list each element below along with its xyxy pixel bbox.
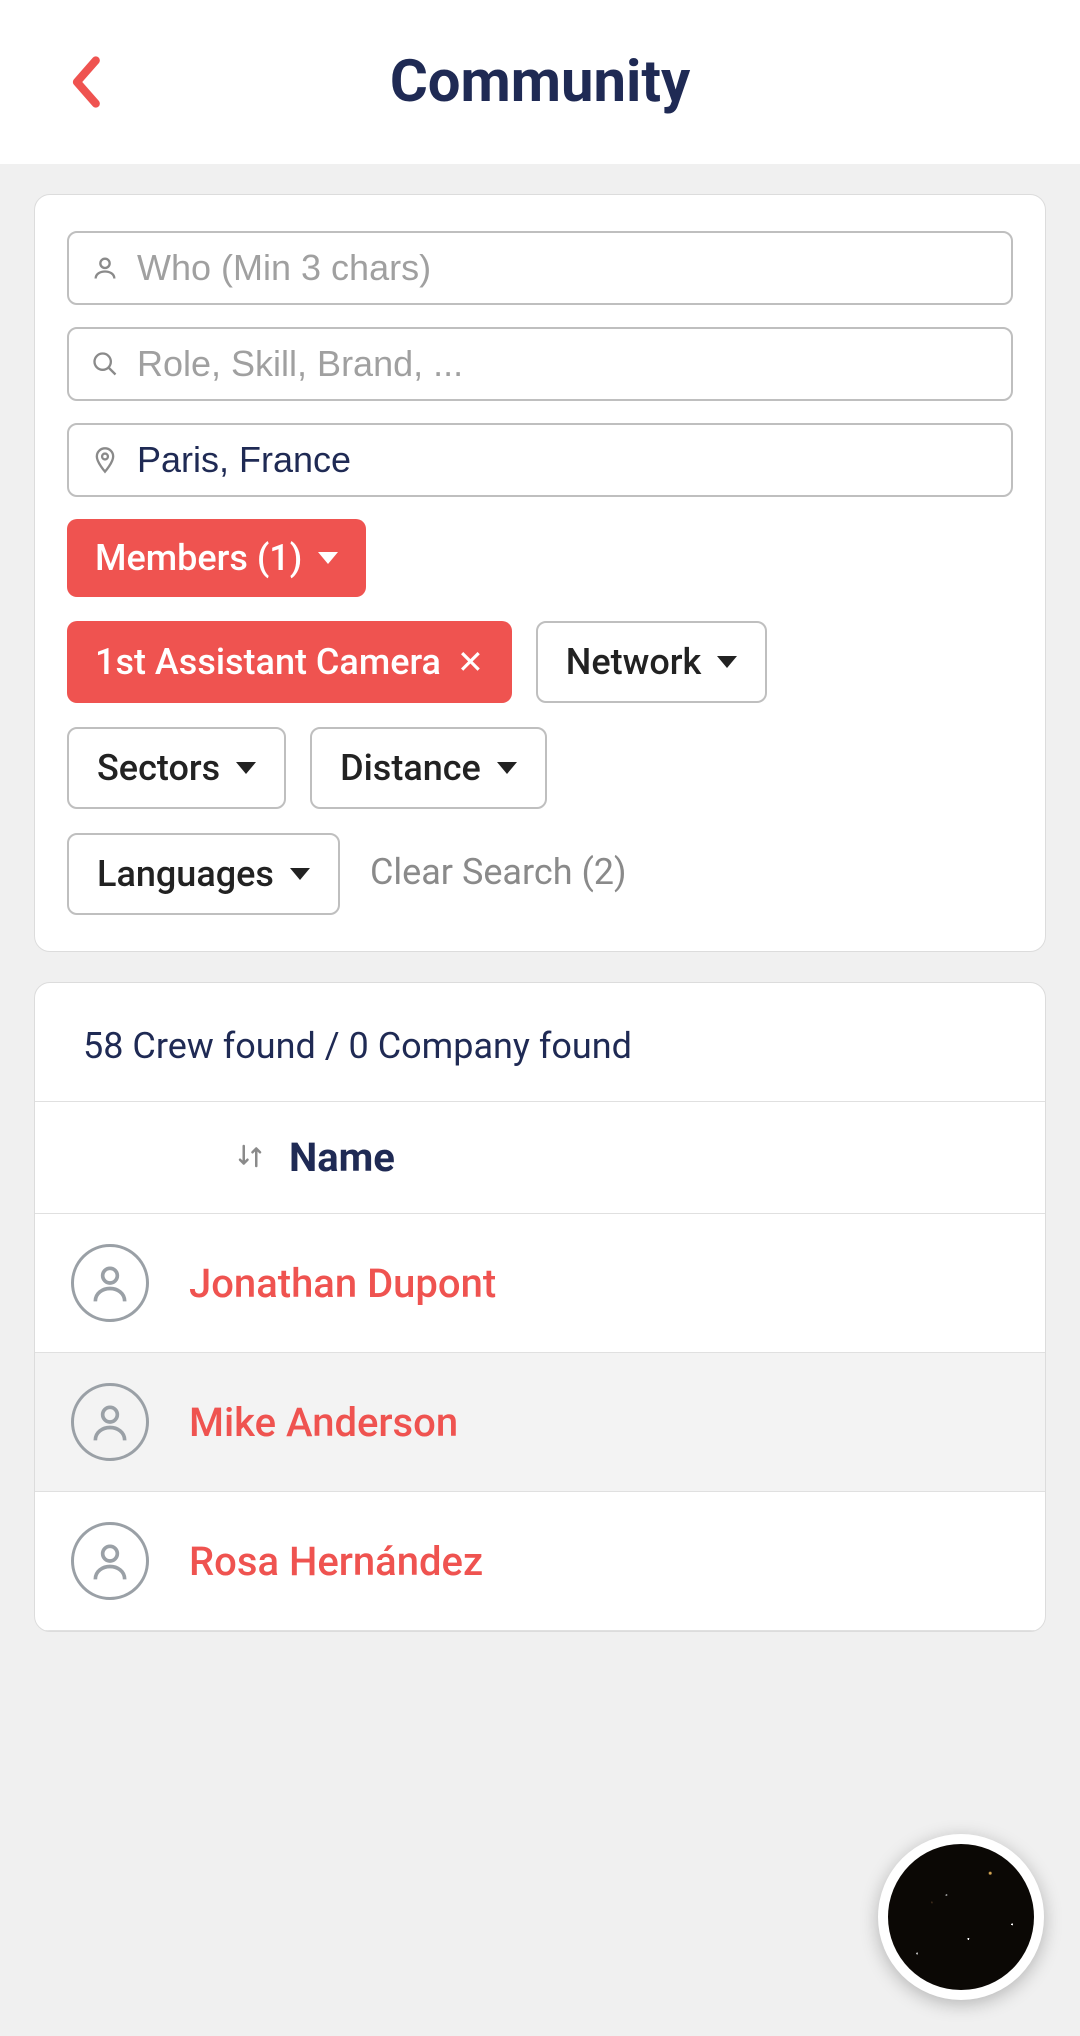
chevron-left-icon <box>67 55 103 109</box>
result-name: Jonathan Dupont <box>189 1260 496 1307</box>
person-icon <box>89 252 121 284</box>
sort-icon <box>235 1141 269 1175</box>
person-icon <box>88 1261 132 1305</box>
who-search-field[interactable] <box>67 231 1013 305</box>
result-name: Mike Anderson <box>189 1399 458 1446</box>
filter-network-label: Network <box>566 641 701 683</box>
back-button[interactable] <box>60 52 110 112</box>
location-search-field[interactable] <box>67 423 1013 497</box>
filter-languages-label: Languages <box>97 853 274 895</box>
caret-down-icon <box>497 762 517 774</box>
search-icon <box>89 348 121 380</box>
filter-members[interactable]: Members (1) <box>67 519 366 597</box>
filter-role-tag[interactable]: 1st Assistant Camera ✕ <box>67 621 512 703</box>
avatar-placeholder <box>71 1522 149 1600</box>
person-icon <box>88 1400 132 1444</box>
location-input[interactable] <box>137 439 991 481</box>
search-filter-card: Members (1) 1st Assistant Camera ✕ Netwo… <box>34 194 1046 952</box>
floating-avatar-button[interactable] <box>878 1834 1044 2000</box>
who-input[interactable] <box>137 247 991 289</box>
filter-network[interactable]: Network <box>536 621 767 703</box>
avatar-placeholder <box>71 1244 149 1322</box>
filter-distance[interactable]: Distance <box>310 727 547 809</box>
avatar-placeholder <box>71 1383 149 1461</box>
caret-down-icon <box>290 868 310 880</box>
sort-header[interactable]: Name <box>35 1102 1045 1214</box>
filter-sectors-label: Sectors <box>97 747 220 789</box>
result-row[interactable]: Jonathan Dupont <box>35 1214 1045 1353</box>
caret-down-icon <box>318 552 338 564</box>
filter-members-label: Members (1) <box>95 537 302 579</box>
results-card: 58 Crew found / 0 Company found Name Jon… <box>34 982 1046 1632</box>
app-header: Community <box>0 0 1080 164</box>
clear-search-button[interactable]: Clear Search (2) <box>364 833 633 915</box>
result-row[interactable]: Mike Anderson <box>35 1353 1045 1492</box>
caret-down-icon <box>236 762 256 774</box>
clear-search-label: Clear Search (2) <box>370 851 627 893</box>
location-pin-icon <box>89 444 121 476</box>
results-summary: 58 Crew found / 0 Company found <box>35 983 1045 1102</box>
role-search-field[interactable] <box>67 327 1013 401</box>
caret-down-icon <box>717 656 737 668</box>
person-icon <box>88 1539 132 1583</box>
page-title: Community <box>40 48 1040 116</box>
close-icon[interactable]: ✕ <box>457 646 484 678</box>
avatar-image <box>888 1844 1034 1990</box>
role-input[interactable] <box>137 343 991 385</box>
sort-column-label: Name <box>289 1134 395 1181</box>
filter-distance-label: Distance <box>340 747 481 789</box>
result-row[interactable]: Rosa Hernández <box>35 1492 1045 1631</box>
filter-sectors[interactable]: Sectors <box>67 727 286 809</box>
filter-role-tag-label: 1st Assistant Camera <box>95 641 441 683</box>
result-name: Rosa Hernández <box>189 1538 483 1585</box>
filter-languages[interactable]: Languages <box>67 833 340 915</box>
